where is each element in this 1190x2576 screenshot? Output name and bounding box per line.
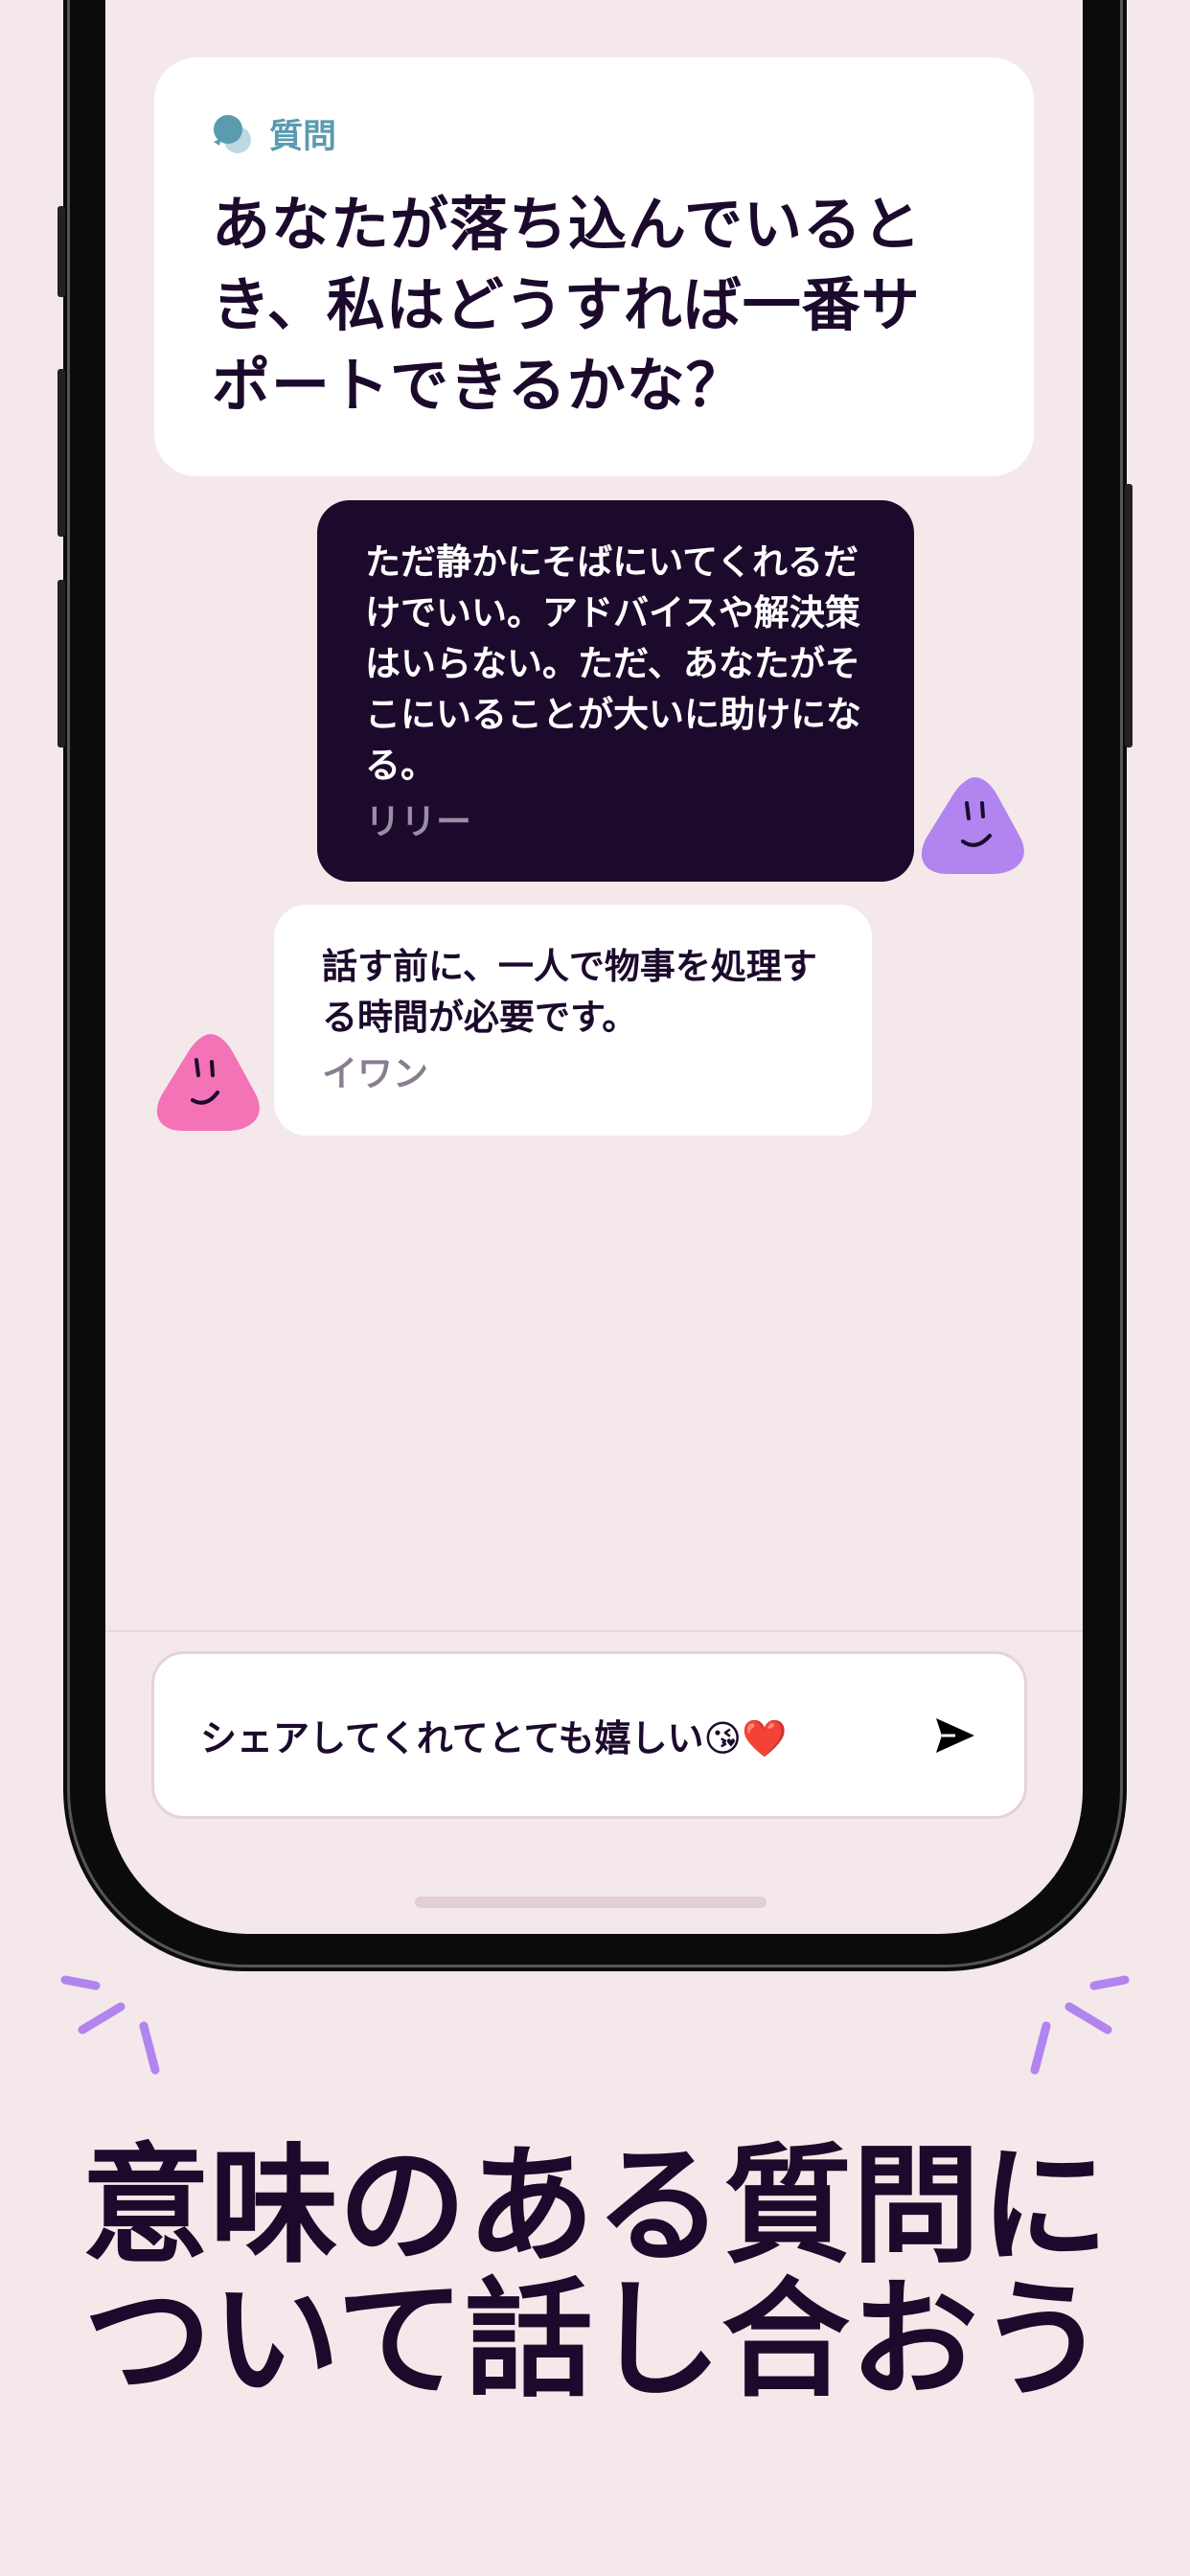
message-input-text[interactable]: シェアしてくれてとても嬉しい😘❤️	[200, 1709, 787, 1761]
sparkle-lines-left-icon	[60, 1975, 160, 2075]
message-author: イワン	[322, 1053, 428, 1094]
send-icon[interactable]	[934, 1716, 976, 1755]
headline-line-1: 意味のある質問に	[80, 2131, 1109, 2281]
phone-side-button	[57, 369, 65, 537]
home-indicator	[415, 1897, 767, 1908]
avatar-ivan	[156, 1034, 260, 1131]
divider	[105, 1630, 1083, 1632]
question-label: 質問	[269, 118, 337, 156]
headline-line-2: ついて話し合おう	[83, 2266, 1107, 2415]
message-author: リリー	[365, 801, 471, 842]
message-text: ただ静かにそばにいてくれるだけでいい。アドバイスや解決策はいらない。ただ、あなた…	[365, 541, 861, 786]
phone-power-button	[1125, 484, 1133, 748]
question-card: 質問 あなたが落ち込んでいるとき、私はどうすれば一番サポートできるかな？	[154, 58, 1034, 476]
phone-side-button	[57, 206, 65, 297]
question-text: あなたが落ち込んでいるとき、私はどうすれば一番サポートできるかな？	[212, 191, 922, 420]
avatar-lily	[921, 777, 1024, 874]
chat-bubbles-icon	[214, 114, 251, 153]
message-bubble-ivan: 話す前に、一人で物事を処理する時間が必要です。 イワン	[274, 905, 872, 1136]
message-input[interactable]: シェアしてくれてとても嬉しい😘❤️	[151, 1651, 1027, 1819]
sparkle-lines-right-icon	[1030, 1975, 1130, 2075]
app-screen: 質問 あなたが落ち込んでいるとき、私はどうすれば一番サポートできるかな？ ただ静…	[105, 0, 1083, 1934]
phone-side-button	[57, 580, 65, 748]
headline: 意味のある質問に ついて話し合おう	[0, 2139, 1190, 2407]
message-text: 話す前に、一人で物事を処理する時間が必要です。	[322, 946, 817, 1038]
message-bubble-lily: ただ静かにそばにいてくれるだけでいい。アドバイスや解決策はいらない。ただ、あなた…	[317, 500, 914, 882]
